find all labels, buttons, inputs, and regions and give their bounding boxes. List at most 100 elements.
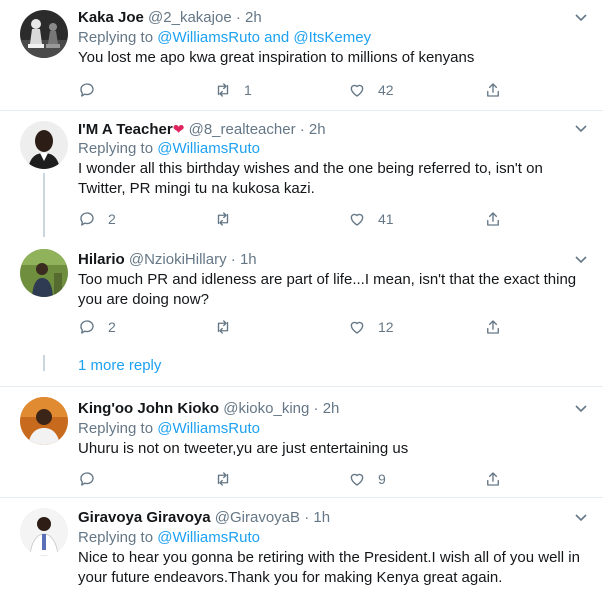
- retweet-count: 1: [244, 82, 252, 98]
- chevron-down-icon[interactable]: [575, 14, 587, 22]
- replying-to: Replying to @WilliamsRuto: [78, 419, 589, 439]
- retweet-icon: [217, 83, 229, 97]
- user-handle[interactable]: @NziokiHillary: [129, 251, 227, 268]
- like-count: 42: [378, 82, 394, 98]
- tweet-text: I wonder all this birthday wishes and th…: [78, 160, 543, 197]
- avatar[interactable]: [20, 249, 68, 297]
- replying-to-label: Replying to: [78, 420, 154, 437]
- replying-to: Replying to @WilliamsRuto: [78, 139, 589, 159]
- tweet-actions: 2 12: [78, 317, 508, 337]
- tweet-hilario[interactable]: Hilario @NziokiHillary · 1h Too much PR …: [0, 235, 603, 387]
- user-handle[interactable]: @GiravoyaB: [215, 509, 300, 526]
- share-icon: [487, 320, 499, 334]
- separator-dot: ·: [230, 251, 236, 268]
- chevron-down-icon[interactable]: [575, 514, 587, 522]
- show-more-replies-link[interactable]: 1 more reply: [78, 357, 161, 374]
- tweet-actions: 2 41: [78, 209, 508, 229]
- avatar[interactable]: [20, 10, 68, 58]
- reply-icon: [80, 212, 94, 226]
- like-count: 41: [378, 211, 394, 227]
- replying-to-label: Replying to: [78, 140, 154, 157]
- retweet-button[interactable]: 1: [214, 80, 252, 100]
- reply-button[interactable]: [78, 469, 108, 489]
- share-button[interactable]: [484, 469, 502, 489]
- reply-icon: [80, 472, 94, 486]
- timestamp[interactable]: 1h: [240, 251, 257, 268]
- separator-dot: ·: [313, 400, 319, 417]
- mention-link[interactable]: @WilliamsRuto: [157, 529, 260, 546]
- retweet-button[interactable]: [214, 317, 244, 337]
- tweet-text: Nice to hear you gonna be retiring with …: [78, 549, 580, 586]
- tweet-giravoya-giravoya[interactable]: Giravoya Giravoya @GiravoyaB · 1h Replyi…: [0, 498, 603, 595]
- retweet-icon: [217, 212, 229, 226]
- user-handle[interactable]: @kioko_king: [223, 400, 309, 417]
- giravoya-avatar-image: [20, 508, 68, 556]
- timestamp[interactable]: 2h: [323, 400, 340, 417]
- thread-line: [43, 173, 45, 237]
- reply-icon: [80, 83, 94, 97]
- retweet-button[interactable]: [214, 469, 244, 489]
- tweet-kingoo-john-kioko[interactable]: King'oo John Kioko @kioko_king · 2h Repl…: [0, 387, 603, 497]
- like-count: 9: [378, 471, 386, 487]
- retweet-icon: [217, 320, 229, 334]
- user-handle[interactable]: @8_realteacher: [189, 121, 296, 138]
- display-name[interactable]: King'oo John Kioko: [78, 400, 219, 417]
- heart-icon: [350, 321, 364, 334]
- mention-link[interactable]: @ItsKemey: [293, 29, 371, 46]
- display-name[interactable]: I'M A Teacher: [78, 121, 173, 138]
- reply-button[interactable]: [78, 80, 108, 100]
- separator-dot: ·: [235, 9, 241, 26]
- retweet-icon: [217, 472, 229, 486]
- chess-avatar-image: [20, 10, 68, 58]
- display-name[interactable]: Hilario: [78, 251, 125, 268]
- replying-to: Replying to @WilliamsRuto and @ItsKemey: [78, 28, 589, 48]
- share-button[interactable]: [484, 80, 502, 100]
- tweet-text: You lost me apo kwa great inspiration to…: [78, 49, 475, 66]
- user-handle[interactable]: @2_kakajoe: [148, 9, 232, 26]
- replying-to-label: Replying to: [78, 529, 154, 546]
- like-button[interactable]: 41: [348, 209, 394, 229]
- avatar[interactable]: [20, 121, 68, 169]
- tweet-im-a-teacher[interactable]: I'M A Teacher❤ @8_realteacher · 2h Reply…: [0, 111, 603, 237]
- separator-dot: ·: [299, 121, 305, 138]
- display-name[interactable]: Kaka Joe: [78, 9, 144, 26]
- heart-icon: [350, 84, 364, 97]
- tweet-actions: 9: [78, 469, 508, 489]
- chevron-down-icon[interactable]: [575, 125, 587, 133]
- reply-count: 2: [108, 211, 116, 227]
- replying-to: Replying to @WilliamsRuto: [78, 528, 589, 548]
- display-name[interactable]: Giravoya Giravoya: [78, 509, 211, 526]
- reply-button[interactable]: 2: [78, 317, 116, 337]
- mention-link[interactable]: @WilliamsRuto: [157, 29, 260, 46]
- share-icon: [487, 83, 499, 97]
- conjunction: and: [264, 29, 290, 46]
- timestamp[interactable]: 2h: [309, 121, 326, 138]
- like-button[interactable]: 42: [348, 80, 394, 100]
- timestamp[interactable]: 1h: [313, 509, 330, 526]
- tweet-kaka-joe[interactable]: Kaka Joe @2_kakajoe · 2h Replying to @Wi…: [0, 0, 603, 110]
- share-button[interactable]: [484, 317, 502, 337]
- tweet-actions: 1 42: [78, 80, 508, 100]
- mention-link[interactable]: @WilliamsRuto: [157, 420, 260, 437]
- hilario-avatar-image: [20, 249, 68, 297]
- chevron-down-icon[interactable]: [575, 405, 587, 413]
- like-button[interactable]: 9: [348, 469, 386, 489]
- tweet-text: Too much PR and idleness are part of lif…: [78, 271, 577, 308]
- like-count: 12: [378, 319, 394, 335]
- share-icon: [487, 212, 499, 226]
- avatar[interactable]: [20, 508, 68, 556]
- tweet-text: Uhuru is not on tweeter,yu are just ente…: [78, 440, 409, 457]
- separator-dot: ·: [304, 509, 310, 526]
- heart-icon: [350, 473, 364, 486]
- timestamp[interactable]: 2h: [245, 9, 262, 26]
- avatar[interactable]: [20, 397, 68, 445]
- replying-to-label: Replying to: [78, 29, 154, 46]
- reply-button[interactable]: 2: [78, 209, 116, 229]
- mention-link[interactable]: @WilliamsRuto: [157, 140, 260, 157]
- thread-line: [43, 355, 45, 371]
- retweet-button[interactable]: [214, 209, 244, 229]
- chevron-down-icon[interactable]: [575, 256, 587, 264]
- teacher-avatar-image: [20, 121, 68, 169]
- share-button[interactable]: [484, 209, 502, 229]
- like-button[interactable]: 12: [348, 317, 394, 337]
